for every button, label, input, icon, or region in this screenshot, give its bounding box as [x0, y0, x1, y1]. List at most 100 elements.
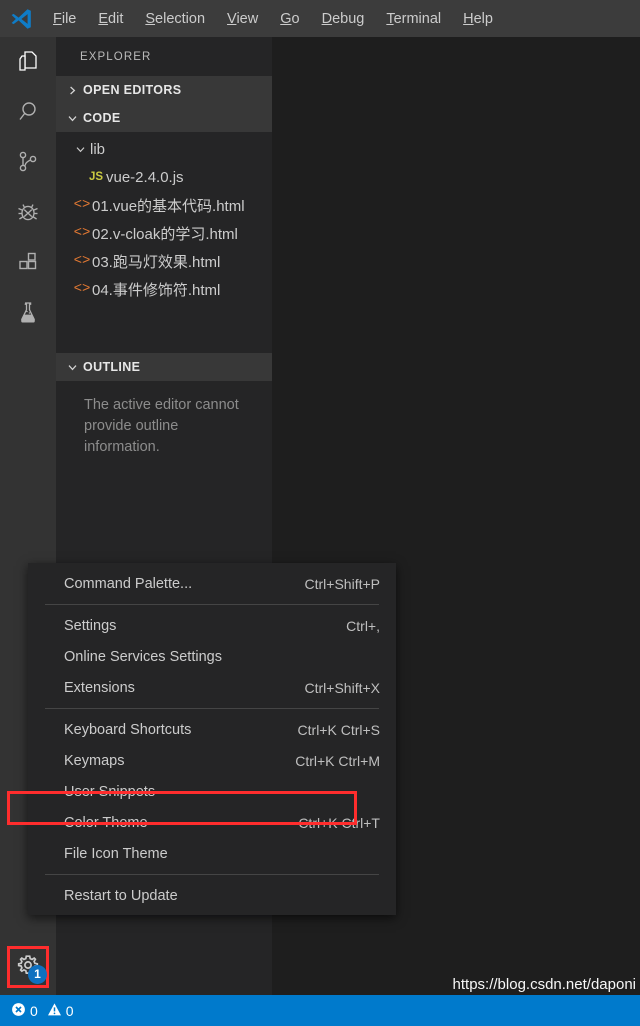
error-count: 0 [30, 1002, 38, 1019]
html-file-icon: <> [73, 225, 91, 241]
menu-item-extensions[interactable]: Extensions Ctrl+Shift+X [28, 672, 396, 703]
menu-item-label: Restart to Update [64, 887, 178, 904]
menu-item-shortcut: Ctrl+Shift+P [304, 575, 380, 592]
html-file-icon: <> [73, 281, 91, 297]
menu-item-file-icon-theme[interactable]: File Icon Theme [28, 838, 396, 869]
watermark-url: https://blog.csdn.net/daponi [452, 976, 636, 993]
warning-count: 0 [65, 1002, 74, 1019]
vscode-window: File Edit Selection View Go Debug Termin… [0, 0, 640, 1026]
menu-bar: File Edit Selection View Go Debug Termin… [0, 0, 640, 37]
tree-item-file-01[interactable]: <> 01.vue的基本代码.html [56, 191, 272, 219]
tree-item-file-vue-js[interactable]: JS vue-2.4.0.js [56, 163, 272, 191]
menu-item-label: Extensions [64, 679, 135, 696]
menu-bar-items: File Edit Selection View Go Debug Termin… [42, 0, 504, 37]
menu-item-keymaps[interactable]: Keymaps Ctrl+K Ctrl+M [28, 745, 396, 776]
tree-item-file-02[interactable]: <> 02.v-cloak的学习.html [56, 219, 272, 247]
menu-item-shortcut: Ctrl+K Ctrl+T [298, 814, 380, 831]
tree-item-file-03[interactable]: <> 03.跑马灯效果.html [56, 247, 272, 275]
menu-selection-rest: election [155, 10, 206, 27]
menu-separator [45, 604, 379, 605]
tree-item-label: 04.事件修饰符.html [92, 281, 221, 299]
js-file-icon: JS [88, 171, 104, 183]
activity-item-extensions[interactable] [0, 237, 56, 287]
menu-edit[interactable]: Edit [87, 7, 134, 31]
chevron-down-icon [64, 362, 80, 373]
chevron-right-icon [64, 85, 80, 96]
section-open-editors-label: OPEN EDITORS [83, 83, 182, 97]
activity-item-manage[interactable]: 1 [0, 939, 56, 995]
menu-item-label: File Icon Theme [64, 845, 168, 862]
sidebar-title: EXPLORER [80, 50, 152, 63]
menu-item-color-theme[interactable]: Color Theme Ctrl+K Ctrl+T [28, 807, 396, 838]
section-open-editors[interactable]: OPEN EDITORS [56, 76, 272, 104]
menu-item-label: Keyboard Shortcuts [64, 721, 192, 738]
manage-gear-annotation: 1 [7, 946, 49, 988]
html-file-icon: <> [73, 253, 91, 269]
debug-icon [14, 198, 42, 226]
menu-item-restart-to-update[interactable]: Restart to Update [28, 880, 396, 911]
error-circle-icon [11, 1002, 26, 1020]
tree-item-label: 03.跑马灯效果.html [92, 253, 221, 271]
section-code[interactable]: CODE [56, 104, 272, 132]
tree-item-folder-lib[interactable]: lib [56, 135, 272, 163]
menu-item-label: Color Theme [64, 814, 148, 831]
menu-help[interactable]: Help [452, 7, 504, 31]
menu-view[interactable]: View [216, 7, 269, 31]
section-code-label: CODE [83, 111, 121, 125]
manage-badge: 1 [28, 965, 47, 984]
menu-go[interactable]: Go [269, 7, 310, 31]
menu-item-label: Settings [64, 617, 117, 634]
menu-edit-rest: dit [108, 10, 124, 27]
menu-item-user-snippets[interactable]: User Snippets [28, 776, 396, 807]
beaker-icon [14, 298, 42, 326]
menu-help-rest: elp [473, 10, 493, 27]
menu-debug-rest: ebug [332, 10, 365, 27]
activity-item-search[interactable] [0, 87, 56, 137]
menu-item-command-palette[interactable]: Command Palette... Ctrl+Shift+P [28, 568, 396, 599]
section-outline-label: OUTLINE [83, 360, 141, 374]
section-outline[interactable]: OUTLINE [56, 353, 272, 381]
vscode-logo-icon [0, 0, 42, 37]
html-file-icon: <> [73, 197, 91, 213]
activity-item-debug[interactable] [0, 187, 56, 237]
menu-debug[interactable]: Debug [311, 7, 376, 31]
extensions-icon [14, 248, 42, 276]
menu-file[interactable]: File [42, 7, 87, 31]
tree-item-label: 01.vue的基本代码.html [92, 197, 245, 215]
menu-item-label: Keymaps [64, 752, 125, 769]
menu-terminal-rest: erminal [393, 10, 442, 27]
activity-item-test[interactable] [0, 287, 56, 337]
activity-item-explorer[interactable] [0, 37, 56, 87]
menu-item-label: Command Palette... [64, 575, 193, 592]
chevron-down-icon [70, 144, 90, 155]
file-tree: lib JS vue-2.4.0.js <> 01.vue的基本代码.html … [56, 132, 272, 303]
chevron-down-icon [64, 113, 80, 124]
menu-item-shortcut: Ctrl+K Ctrl+M [295, 752, 380, 769]
menu-item-shortcut: Ctrl+K Ctrl+S [297, 721, 380, 738]
search-icon [14, 98, 42, 126]
tree-item-label: lib [90, 140, 106, 158]
tree-item-label: vue-2.4.0.js [106, 168, 184, 186]
outline-body: The active editor cannot provide outline… [56, 381, 272, 458]
menu-file-rest: ile [61, 10, 77, 27]
menu-view-rest: iew [236, 10, 259, 27]
tree-item-label: 02.v-cloak的学习.html [92, 225, 238, 243]
menu-selection[interactable]: Selection [134, 7, 216, 31]
status-problems[interactable]: 0 0 [11, 1002, 74, 1020]
tree-item-file-04[interactable]: <> 04.事件修饰符.html [56, 275, 272, 303]
outline-message: The active editor cannot provide outline… [84, 397, 239, 455]
menu-separator [45, 874, 379, 875]
menu-separator [45, 708, 379, 709]
menu-item-label: User Snippets [64, 783, 156, 800]
menu-terminal[interactable]: Terminal [375, 7, 452, 31]
menu-item-shortcut: Ctrl+, [346, 617, 380, 634]
menu-go-rest: o [291, 10, 300, 27]
menu-item-label: Online Services Settings [64, 648, 222, 665]
warning-triangle-icon [47, 1002, 62, 1020]
menu-item-keyboard-shortcuts[interactable]: Keyboard Shortcuts Ctrl+K Ctrl+S [28, 714, 396, 745]
menu-item-settings[interactable]: Settings Ctrl+, [28, 610, 396, 641]
menu-item-online-services-settings[interactable]: Online Services Settings [28, 641, 396, 672]
status-bar: 0 0 https://blog.csdn.net/daponi [0, 976, 640, 1026]
status-bar-left: 0 0 [0, 1002, 74, 1020]
activity-item-source-control[interactable] [0, 137, 56, 187]
